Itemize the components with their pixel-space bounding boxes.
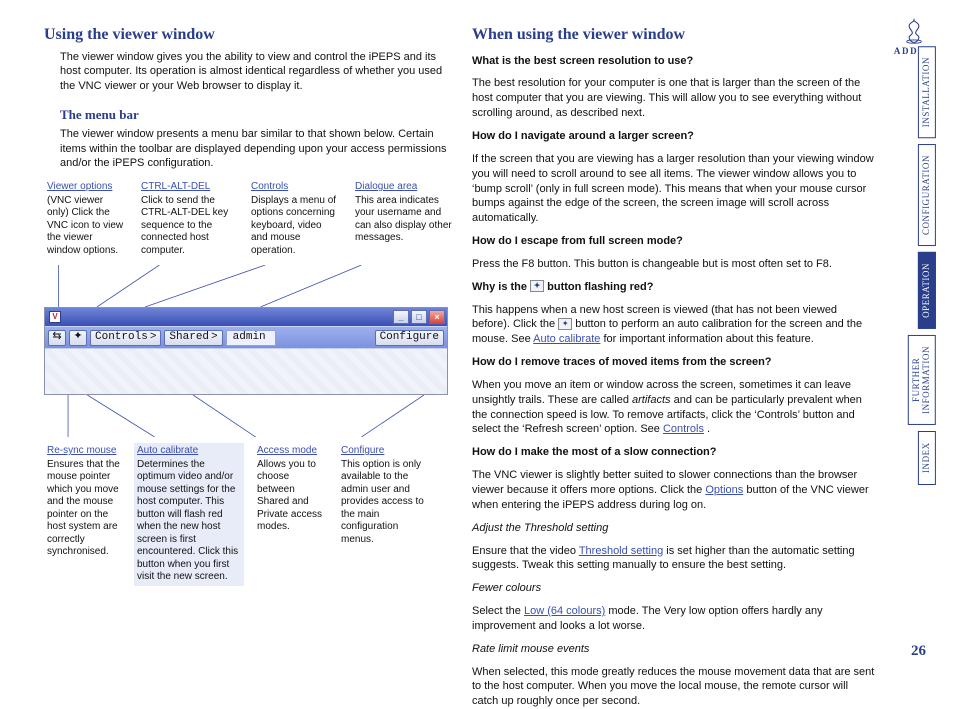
callout-link[interactable]: Controls [251, 181, 339, 194]
subhead-fewer-colours: Fewer colours [472, 581, 876, 596]
text: button flashing red? [547, 281, 653, 293]
annotated-figure: Viewer options (VNC viewer only) Click t… [44, 179, 448, 586]
a-navigate: If the screen that you are viewing has a… [472, 152, 876, 226]
q-escape-fullscreen: How do I escape from full screen mode? [472, 234, 876, 249]
callout-row-bottom: Re-sync mouse Ensures that the mouse poi… [44, 443, 448, 586]
dialogue-text: admin [233, 330, 266, 345]
mock-toolbar: ⇆ ✦ Controls > Shared > admin [45, 326, 447, 348]
callout-link[interactable]: Viewer options [47, 181, 125, 194]
q-remove-traces: How do I remove traces of moved items fr… [472, 355, 876, 370]
menubar-intro: The viewer window presents a menu bar si… [60, 127, 448, 172]
callout-link[interactable]: Configure [341, 445, 427, 458]
maximize-button[interactable]: □ [411, 310, 427, 324]
text: Ensure that the video [472, 545, 579, 557]
tab-operation[interactable]: OPERATION [918, 252, 936, 329]
auto-calibrate-icon [530, 280, 544, 292]
auto-calibrate-icon[interactable]: ✦ [69, 330, 87, 346]
heading-using-viewer: Using the viewer window [44, 24, 448, 46]
heading-menu-bar: The menu bar [60, 106, 448, 124]
callout-link[interactable]: Auto calibrate [137, 445, 241, 458]
minimize-button[interactable]: _ [393, 310, 409, 324]
a-remove-traces: When you move an item or window across t… [472, 378, 876, 437]
callout-body: Allows you to choose between Shared and … [257, 459, 322, 533]
q-slow-connection: How do I make the most of a slow connect… [472, 445, 876, 460]
tab-installation[interactable]: INSTALLATION [918, 46, 936, 138]
callout-body: (VNC viewer only) Click the VNC icon to … [47, 195, 123, 256]
left-column: Using the viewer window The viewer windo… [44, 24, 448, 657]
text: for important information about this fea… [603, 333, 813, 345]
callout-dialogue-area: Dialogue area This area indicates your u… [352, 179, 456, 259]
tab-configuration[interactable]: CONFIGURATION [918, 144, 936, 246]
heading-when-using: When using the viewer window [472, 24, 876, 46]
q-resolution: What is the best screen resolution to us… [472, 54, 876, 69]
vnc-app-icon[interactable]: V [49, 311, 61, 323]
callout-auto-calibrate: Auto calibrate Determines the optimum vi… [134, 443, 244, 586]
shared-label: Shared [169, 330, 209, 345]
tab-index[interactable]: INDEX [918, 431, 936, 485]
configure-label: Configure [380, 330, 439, 345]
controls-button[interactable]: Controls > [90, 330, 161, 346]
text: Why is the [472, 281, 530, 293]
auto-calibrate-icon [558, 318, 572, 330]
callout-body: Ensures that the mouse pointer which you… [47, 459, 120, 558]
callout-link[interactable]: Re-sync mouse [47, 445, 121, 458]
callout-link[interactable]: Access mode [257, 445, 325, 458]
link-options[interactable]: Options [705, 484, 743, 496]
mock-titlebar: V _ □ × [45, 308, 447, 326]
q-navigate: How do I navigate around a larger screen… [472, 129, 876, 144]
callout-row-top: Viewer options (VNC viewer only) Click t… [44, 179, 448, 259]
callout-body: Click to send the CTRL-ALT-DEL key seque… [141, 195, 228, 256]
a-escape-fullscreen: Press the F8 button. This button is chan… [472, 257, 876, 272]
callout-body: This option is only available to the adm… [341, 459, 424, 545]
callout-controls: Controls Displays a menu of options conc… [248, 179, 342, 259]
mock-client-area [45, 348, 447, 394]
callout-ctrl-alt-del: CTRL-ALT-DEL Click to send the CTRL-ALT-… [138, 179, 238, 259]
connector-lines-bottom [44, 395, 448, 437]
intro-paragraph: The viewer window gives you the ability … [60, 50, 448, 95]
page-number: 26 [911, 641, 926, 661]
callout-body: This area indicates your username and ca… [355, 195, 452, 244]
a-slow-connection: The VNC viewer is slightly better suited… [472, 468, 876, 513]
callout-body: Determines the optimum video and/or mous… [137, 459, 238, 583]
sub-fewer-colours-body: Select the Low (64 colours) mode. The Ve… [472, 604, 876, 634]
subhead-threshold: Adjust the Threshold setting [472, 521, 876, 536]
configure-button[interactable]: Configure [375, 330, 444, 346]
callout-resync-mouse: Re-sync mouse Ensures that the mouse poi… [44, 443, 124, 586]
snake-icon [901, 18, 927, 44]
chevron-down-icon: > [211, 330, 218, 345]
callout-access-mode: Access mode Allows you to choose between… [254, 443, 328, 586]
callout-link[interactable]: CTRL-ALT-DEL [141, 181, 235, 194]
sub-threshold-body: Ensure that the video Threshold setting … [472, 544, 876, 574]
subhead-rate-limit: Rate limit mouse events [472, 642, 876, 657]
connector-lines-top [44, 265, 448, 307]
q-flashing-red: Why is the button flashing red? [472, 280, 876, 295]
sub-rate-limit-body: When selected, this mode greatly reduces… [472, 665, 876, 709]
text: Select the [472, 605, 524, 617]
chevron-down-icon: > [150, 330, 157, 345]
callout-link[interactable]: Dialogue area [355, 181, 453, 194]
link-threshold-setting[interactable]: Threshold setting [579, 545, 663, 557]
close-button[interactable]: × [429, 310, 445, 324]
controls-label: Controls [95, 330, 148, 345]
dialogue-area: admin [226, 330, 276, 346]
shared-button[interactable]: Shared > [164, 330, 222, 346]
text: . [707, 423, 710, 435]
link-auto-calibrate[interactable]: Auto calibrate [533, 333, 600, 345]
callout-configure: Configure This option is only available … [338, 443, 430, 586]
link-controls[interactable]: Controls [663, 423, 704, 435]
callout-body: Displays a menu of options concerning ke… [251, 195, 336, 256]
link-low-colours[interactable]: Low (64 colours) [524, 605, 605, 617]
side-nav: INSTALLATION CONFIGURATION OPERATION FUR… [908, 46, 936, 485]
mock-viewer-window: V _ □ × ⇆ ✦ Controls > [44, 307, 448, 395]
resync-mouse-icon[interactable]: ⇆ [48, 330, 66, 346]
a-resolution: The best resolution for your computer is… [472, 76, 876, 121]
a-flashing-red: This happens when a new host screen is v… [472, 303, 876, 348]
em-artifacts: artifacts [632, 394, 671, 406]
right-column: When using the viewer window What is the… [472, 24, 876, 657]
callout-viewer-options: Viewer options (VNC viewer only) Click t… [44, 179, 128, 259]
window-buttons: _ □ × [393, 310, 445, 324]
tab-further-information[interactable]: FURTHER INFORMATION [908, 335, 936, 425]
